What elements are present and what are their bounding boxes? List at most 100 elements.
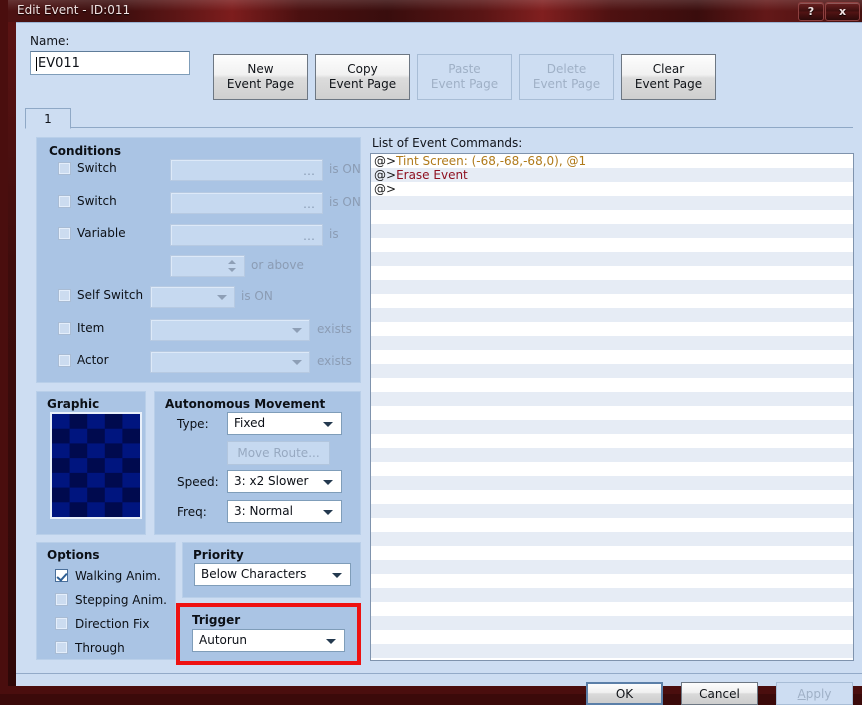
condition-switch-1-checkbox[interactable] (58, 162, 71, 175)
list-item[interactable] (371, 490, 853, 504)
spinner-up-icon[interactable] (228, 260, 236, 264)
chevron-down-icon (292, 328, 302, 333)
tab-page-1[interactable]: 1 (25, 108, 71, 129)
autonomous-movement-title: Autonomous Movement (165, 397, 326, 411)
list-item[interactable] (371, 518, 853, 532)
list-item[interactable]: @>Tint Screen: (-68,-68,-68,0), @1 (371, 154, 853, 168)
list-item[interactable] (371, 252, 853, 266)
list-item[interactable]: @>Erase Event (371, 168, 853, 182)
movement-freq-dropdown[interactable]: 3: Normal (227, 500, 342, 523)
trigger-panel: Trigger Autorun (176, 603, 361, 665)
condition-self-switch-checkbox[interactable] (58, 289, 71, 302)
list-item[interactable] (371, 504, 853, 518)
character-sprite-icon (52, 414, 140, 517)
list-item[interactable] (371, 210, 853, 224)
list-item[interactable] (371, 224, 853, 238)
list-item[interactable] (371, 644, 853, 658)
list-item[interactable] (371, 322, 853, 336)
list-item[interactable] (371, 462, 853, 476)
condition-self-switch-suffix: is ON (241, 289, 273, 303)
option-walking-anim-label: Walking Anim. (75, 569, 161, 583)
option-stepping-anim-label: Stepping Anim. (75, 593, 167, 607)
list-item[interactable] (371, 588, 853, 602)
copy-event-page-button[interactable]: Copy Event Page (315, 54, 410, 100)
condition-actor-dropdown[interactable] (150, 351, 310, 373)
name-input[interactable]: EV011 (30, 51, 190, 75)
name-label: Name: (30, 34, 70, 48)
graphic-preview[interactable] (50, 412, 142, 519)
option-walking-anim-checkbox[interactable] (55, 569, 68, 582)
condition-variable-checkbox[interactable] (58, 227, 71, 240)
title-bar: Edit Event - ID:011 ? x (8, 0, 862, 22)
list-item[interactable] (371, 336, 853, 350)
condition-variable-value-spinner[interactable] (170, 255, 245, 277)
condition-switch-1-label: Switch (77, 161, 117, 175)
chevron-down-icon (323, 510, 333, 515)
dialog-client-area: Name: EV011 New Event Page Copy Event Pa… (16, 22, 862, 705)
paste-event-page-line2: Event Page (430, 77, 499, 91)
list-item[interactable]: @> (371, 182, 853, 196)
list-item[interactable] (371, 560, 853, 574)
spinner-down-icon[interactable] (228, 268, 236, 272)
movement-type-value: Fixed (234, 416, 266, 430)
list-item[interactable] (371, 434, 853, 448)
list-item[interactable] (371, 238, 853, 252)
option-through-checkbox[interactable] (55, 641, 68, 654)
priority-panel: Priority Below Characters (182, 542, 361, 598)
text-caret (36, 57, 37, 71)
condition-item-dropdown[interactable] (150, 319, 310, 341)
ellipsis-icon: … (303, 164, 316, 178)
list-item[interactable] (371, 602, 853, 616)
condition-variable-label: Variable (77, 226, 126, 240)
condition-variable-suffix: is (329, 227, 339, 241)
condition-switch-2-suffix: is ON (329, 195, 361, 209)
list-item[interactable] (371, 308, 853, 322)
list-item[interactable] (371, 532, 853, 546)
movement-type-label: Type: (177, 417, 209, 431)
list-item[interactable] (371, 630, 853, 644)
list-item[interactable] (371, 406, 853, 420)
trigger-dropdown[interactable]: Autorun (192, 629, 345, 652)
delete-event-page-button: Delete Event Page (519, 54, 614, 100)
new-event-page-button[interactable]: New Event Page (213, 54, 308, 100)
option-direction-fix-checkbox[interactable] (55, 617, 68, 630)
list-item[interactable] (371, 546, 853, 560)
clear-event-page-button[interactable]: Clear Event Page (621, 54, 716, 100)
list-item[interactable] (371, 266, 853, 280)
condition-item-checkbox[interactable] (58, 322, 71, 335)
condition-self-switch-dropdown[interactable] (150, 286, 235, 308)
new-event-page-line1: New (247, 62, 274, 76)
chevron-down-icon (332, 573, 342, 578)
list-item[interactable] (371, 294, 853, 308)
command-list[interactable]: @>Tint Screen: (-68,-68,-68,0), @1 @>Eras… (370, 153, 854, 661)
list-item[interactable] (371, 364, 853, 378)
name-input-value: EV011 (38, 56, 80, 71)
command-marker: @> (374, 168, 397, 182)
condition-switch-2-checkbox[interactable] (58, 195, 71, 208)
list-item[interactable] (371, 476, 853, 490)
condition-variable-field[interactable]: … (170, 224, 323, 246)
condition-actor-checkbox[interactable] (58, 354, 71, 367)
list-item[interactable] (371, 574, 853, 588)
list-item[interactable] (371, 616, 853, 630)
list-item[interactable] (371, 196, 853, 210)
help-button[interactable]: ? (798, 2, 824, 21)
condition-actor-suffix: exists (317, 354, 352, 368)
list-item[interactable] (371, 350, 853, 364)
list-item[interactable] (371, 392, 853, 406)
close-button[interactable]: x (825, 2, 860, 21)
condition-switch-2-field[interactable]: … (170, 192, 323, 214)
autonomous-movement-panel: Autonomous Movement Type: Fixed Move Rou… (154, 391, 361, 535)
option-stepping-anim-checkbox[interactable] (55, 593, 68, 606)
condition-switch-1-field[interactable]: … (170, 159, 323, 181)
move-route-button: Move Route... (227, 441, 330, 465)
list-item[interactable] (371, 280, 853, 294)
priority-dropdown[interactable]: Below Characters (194, 563, 351, 586)
movement-speed-dropdown[interactable]: 3: x2 Slower (227, 470, 342, 493)
list-item[interactable] (371, 448, 853, 462)
list-item[interactable] (371, 420, 853, 434)
trigger-title: Trigger (192, 613, 241, 627)
paste-event-page-line1: Paste (448, 62, 481, 76)
movement-type-dropdown[interactable]: Fixed (227, 412, 342, 435)
list-item[interactable] (371, 378, 853, 392)
